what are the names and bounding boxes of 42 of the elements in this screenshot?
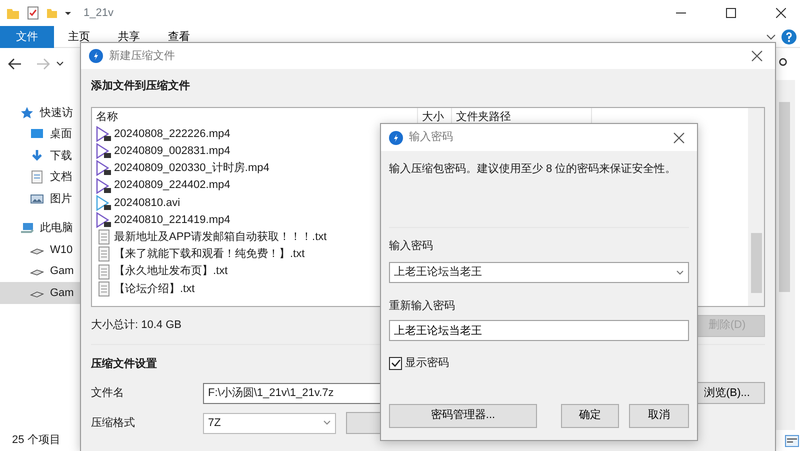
ribbon-tab[interactable]: 共享 xyxy=(104,26,154,48)
file-name[interactable]: 20240808_222226.mp4 xyxy=(114,126,230,142)
checkbox-label: 显示密码 xyxy=(404,356,449,371)
window-title: 1_21v xyxy=(84,6,114,21)
file-name[interactable]: 【来了就能下载和观看！纯免费！】.txt xyxy=(114,246,305,263)
dialog-title: 输入密码 xyxy=(409,130,453,146)
section-heading: 压缩文件设置 xyxy=(91,356,157,372)
file-name[interactable]: 最新地址及APP请发邮箱自动获取！！！.txt xyxy=(114,228,327,246)
ok-button[interactable]: 确定 xyxy=(561,404,619,428)
file-name[interactable]: 20240809_002831.mp4 xyxy=(114,143,230,160)
password-combobox[interactable]: 上老王论坛当老王 xyxy=(389,262,689,283)
cancel-button[interactable]: 取消 xyxy=(629,404,689,428)
description-text: 输入压缩包密码。建议使用至少 8 位的密码来保证安全性。 xyxy=(389,162,678,177)
sidebar-item[interactable]: 图片 xyxy=(0,188,80,210)
sidebar-item[interactable]: 桌面 xyxy=(0,124,80,145)
sidebar-item[interactable]: 下载 xyxy=(0,145,80,166)
sidebar-item[interactable]: W10 xyxy=(0,239,80,260)
sidebar-item[interactable]: 快速访 xyxy=(0,102,80,124)
sidebar-item[interactable]: Gam xyxy=(0,260,80,282)
file-name[interactable]: 【论坛介绍】.txt xyxy=(114,280,195,298)
field-label: 输入密码 xyxy=(389,238,434,254)
sidebar-item[interactable]: Gam xyxy=(0,282,80,304)
section-heading: 添加文件到压缩文件 xyxy=(91,78,190,94)
field-label: 重新输入密码 xyxy=(389,298,456,314)
format-dropdown[interactable]: 7Z xyxy=(203,412,336,434)
total-size-text: 大小总计: 10.4 GB xyxy=(91,318,182,334)
sidebar-item[interactable]: 此电脑 xyxy=(0,218,80,239)
file-name[interactable]: 20240809_224402.mp4 xyxy=(114,177,230,194)
file-name[interactable]: 20240810_221419.mp4 xyxy=(114,212,230,228)
password-manager-button[interactable]: 密码管理器... xyxy=(389,404,537,428)
field-label: 压缩格式 xyxy=(91,416,136,431)
sidebar-item[interactable]: 文档 xyxy=(0,166,80,188)
dialog-title: 新建压缩文件 xyxy=(109,48,175,64)
file-name[interactable]: 20240810.avi xyxy=(114,194,180,212)
field-label: 文件名 xyxy=(91,386,125,401)
ribbon-tab[interactable]: 主页 xyxy=(54,26,104,48)
status-bar-text: 25 个项目 xyxy=(11,433,60,448)
ribbon-tab[interactable]: 查看 xyxy=(154,26,204,48)
file-name[interactable]: 【永久地址发布页】.txt xyxy=(114,263,228,280)
password-field[interactable]: 上老王论坛当老王 xyxy=(389,320,689,341)
file-name[interactable]: 20240809_020330_计时房.mp4 xyxy=(114,160,270,177)
ribbon-tab[interactable]: 文件 xyxy=(0,26,54,48)
